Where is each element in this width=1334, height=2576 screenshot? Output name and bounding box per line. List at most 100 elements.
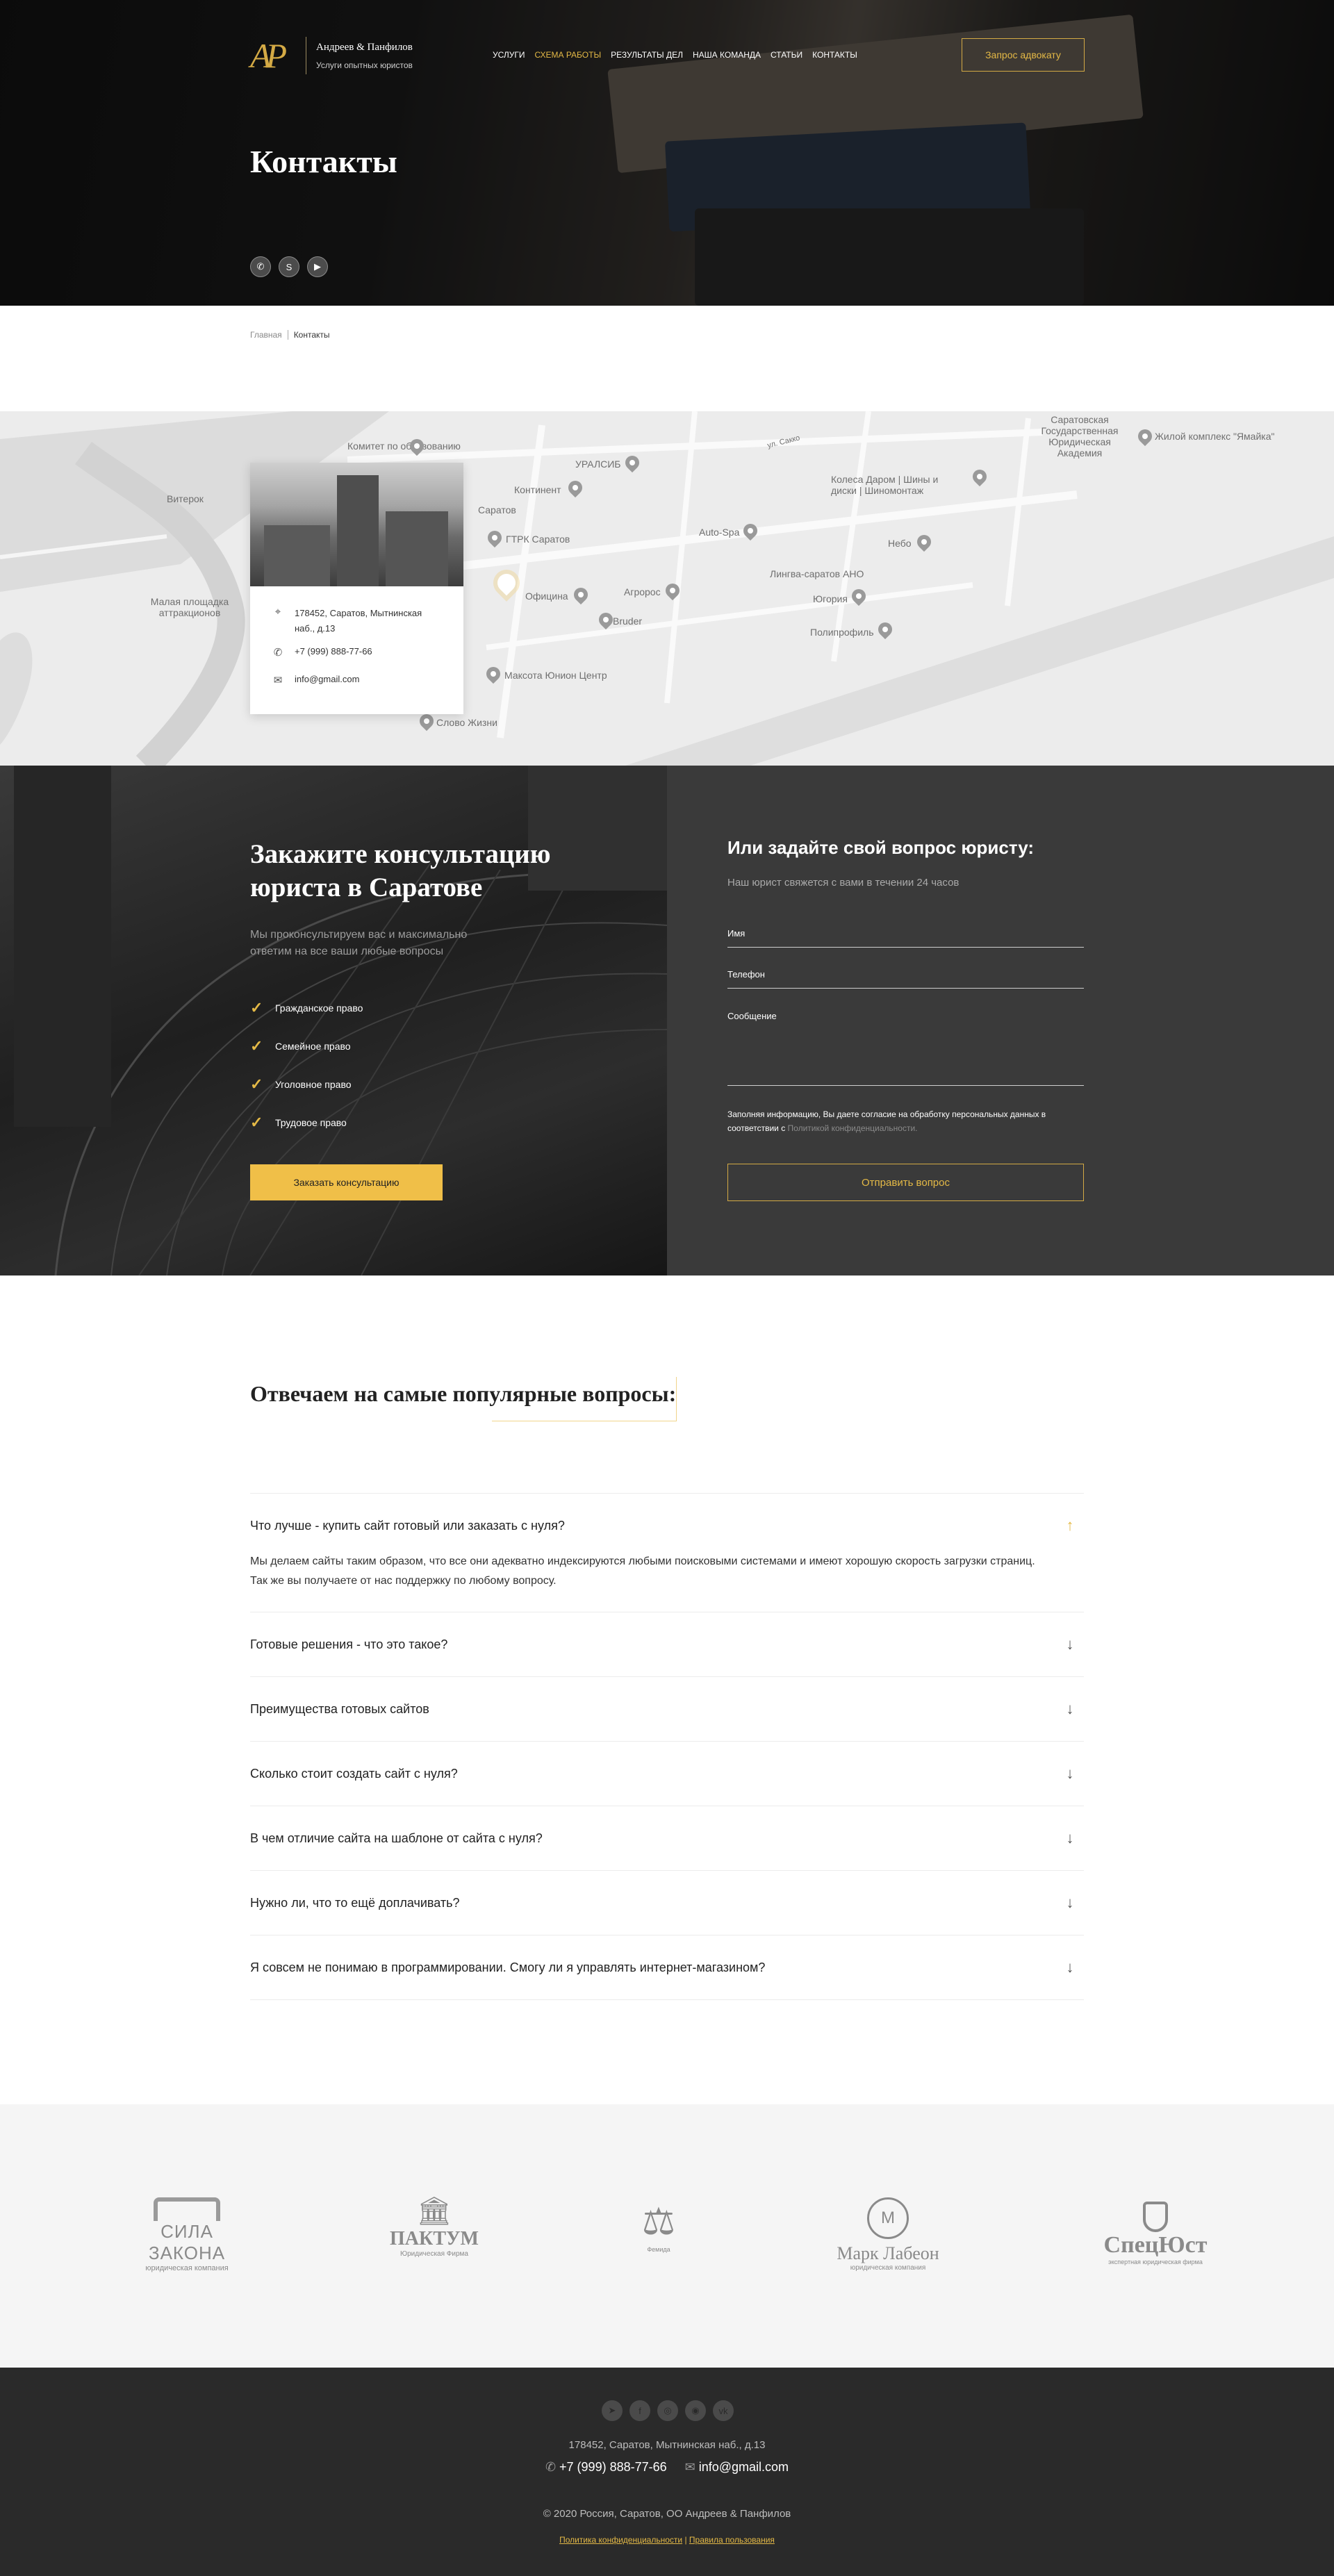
partner-logo-speczyust[interactable]: СпецЮст экспертная юридическая фирма bbox=[1091, 2202, 1220, 2265]
partner-name: СИЛА ЗАКОНА bbox=[122, 2221, 252, 2264]
skype-icon[interactable]: S bbox=[279, 256, 299, 277]
practice-area-label: Трудовое право bbox=[275, 1116, 347, 1128]
faq-question[interactable]: Нужно ли, что то ещё доплачивать? ↓ bbox=[250, 1871, 1084, 1935]
arrow-down-icon[interactable]: ↓ bbox=[1056, 1958, 1084, 1976]
map-label: Агророс bbox=[624, 586, 661, 597]
consultation-title: Закажите консультацию юриста в Саратове bbox=[250, 839, 551, 902]
privacy-link[interactable]: Политика конфиденциальности bbox=[559, 2535, 682, 2545]
list-item: ✓ Уголовное право bbox=[250, 1065, 363, 1103]
partner-logo-mark-labeon[interactable]: M Марк Лабеон юридическая компания bbox=[832, 2197, 944, 2272]
arrow-down-icon[interactable]: ↓ bbox=[1056, 1829, 1084, 1847]
faq-item[interactable]: Нужно ли, что то ещё доплачивать? ↓ bbox=[250, 1871, 1084, 1935]
map-label: Полипрофиль bbox=[810, 627, 874, 638]
faq-item[interactable]: Я совсем не понимаю в программировании. … bbox=[250, 1935, 1084, 2000]
message-field[interactable]: Сообщение bbox=[727, 1011, 1084, 1086]
check-icon: ✓ bbox=[250, 1113, 263, 1131]
order-consultation-button[interactable]: Заказать консультацию bbox=[250, 1164, 443, 1200]
main-nav: Услуги Схема работы Результаты дел Наша … bbox=[493, 50, 857, 60]
breadcrumb-current: Контакты bbox=[293, 330, 330, 340]
partner-sub: юридическая компания bbox=[850, 2264, 926, 2272]
faq-question-text: Сколько стоит создать сайт с нуля? bbox=[250, 1766, 458, 1781]
nav-item-contacts[interactable]: Контакты bbox=[812, 50, 857, 60]
arrow-up-icon[interactable]: ↑ bbox=[1056, 1517, 1084, 1535]
logo-mark: AP bbox=[250, 36, 287, 75]
telegram-icon[interactable]: ➤ bbox=[602, 2400, 623, 2421]
footer-phone: +7 (999) 888-77-66 bbox=[559, 2460, 667, 2474]
phone-icon: ✆ bbox=[273, 647, 283, 659]
breadcrumb-home[interactable]: Главная bbox=[250, 330, 282, 340]
faq-item[interactable]: Готовые решения - что это такое? ↓ bbox=[250, 1612, 1084, 1677]
faq-question-text: Я совсем не понимаю в программировании. … bbox=[250, 1960, 766, 1974]
faq-question[interactable]: Преимущества готовых сайтов ↓ bbox=[250, 1677, 1084, 1741]
phone-icon: ✆ bbox=[545, 2460, 560, 2474]
partner-logo-paktum[interactable]: 🏛 ПАКТУМ Юридическая Фирма bbox=[389, 2195, 479, 2258]
arrow-down-icon[interactable]: ↓ bbox=[1056, 1635, 1084, 1653]
partners-section: СИЛА ЗАКОНА юридическая компания 🏛 ПАКТУ… bbox=[0, 2104, 1334, 2368]
check-icon: ✓ bbox=[250, 998, 263, 1016]
privacy-policy-link[interactable]: Политикой конфиденциальности. bbox=[788, 1123, 918, 1133]
map-label: Auto-Spa bbox=[699, 527, 740, 538]
partner-name: Фемида bbox=[647, 2246, 670, 2253]
map-label: Колеса Даром | Шины и диски | Шиномонтаж bbox=[831, 474, 939, 496]
partner-sub: Юридическая Фирма bbox=[400, 2250, 468, 2258]
consultation-subtitle: Мы проконсультируем вас и максимально от… bbox=[250, 929, 468, 957]
faq-item[interactable]: Сколько стоит создать сайт с нуля? ↓ bbox=[250, 1742, 1084, 1806]
nav-item-services[interactable]: Услуги bbox=[493, 50, 525, 60]
name-field[interactable]: Имя bbox=[727, 928, 1084, 948]
youtube-icon[interactable]: ▶ bbox=[307, 256, 328, 277]
whatsapp-icon[interactable]: ✆ bbox=[250, 256, 271, 277]
map-label: УРАЛСИБ bbox=[575, 459, 621, 470]
footer-email-wrap[interactable]: ✉ info@gmail.com bbox=[685, 2460, 789, 2475]
arrow-down-icon[interactable]: ↓ bbox=[1056, 1765, 1084, 1783]
footer-link-separator: | bbox=[684, 2535, 687, 2545]
partner-logo-femida[interactable]: ⚖ Фемида bbox=[625, 2197, 692, 2253]
card-phone[interactable]: +7 (999) 888-77-66 bbox=[295, 646, 372, 657]
list-item: ✓ Гражданское право bbox=[250, 989, 363, 1027]
map-label: Максота Юнион Центр bbox=[504, 670, 607, 681]
practice-area-label: Уголовное право bbox=[275, 1078, 352, 1090]
check-icon: ✓ bbox=[250, 1075, 263, 1093]
card-phone-row: ✆ +7 (999) 888-77-66 bbox=[250, 646, 463, 659]
faq-question-text: Готовые решения - что это такое? bbox=[250, 1637, 448, 1651]
map-label: Саратовская Государственная Юридическая … bbox=[1041, 414, 1119, 459]
faq-question[interactable]: В чем отличие сайта на шаблоне от сайта … bbox=[250, 1806, 1084, 1870]
map-label: Югория bbox=[813, 593, 848, 604]
instagram-icon[interactable]: ◎ bbox=[657, 2400, 678, 2421]
brand-tagline: Услуги опытных юристов bbox=[316, 60, 413, 70]
terms-link[interactable]: Правила пользования bbox=[689, 2535, 775, 2545]
faq-question-text: Что лучше - купить сайт готовый или зака… bbox=[250, 1518, 565, 1533]
practice-area-label: Гражданское право bbox=[275, 1002, 363, 1014]
faq-item[interactable]: В чем отличие сайта на шаблоне от сайта … bbox=[250, 1806, 1084, 1871]
faq-question[interactable]: Я совсем не понимаю в программировании. … bbox=[250, 1935, 1084, 1999]
send-question-button[interactable]: Отправить вопрос bbox=[727, 1164, 1084, 1201]
check-icon: ✓ bbox=[250, 1037, 263, 1055]
logo[interactable]: AP Андреев & Панфилов Услуги опытных юри… bbox=[250, 36, 413, 75]
map-label: Официна bbox=[525, 591, 568, 602]
faq-question-text: В чем отличие сайта на шаблоне от сайта … bbox=[250, 1831, 543, 1845]
arrow-down-icon[interactable]: ↓ bbox=[1056, 1894, 1084, 1912]
faq-item[interactable]: Преимущества готовых сайтов ↓ bbox=[250, 1677, 1084, 1742]
nav-item-workflow[interactable]: Схема работы bbox=[535, 50, 602, 60]
facebook-icon[interactable]: f bbox=[629, 2400, 650, 2421]
card-email[interactable]: info@gmail.com bbox=[295, 674, 359, 684]
faq-item[interactable]: Что лучше - купить сайт готовый или зака… bbox=[250, 1494, 1084, 1612]
footer-phone-wrap[interactable]: ✆ +7 (999) 888-77-66 bbox=[545, 2460, 667, 2475]
map[interactable]: Комитет по образованию УРАЛСИБ ул. Сакко… bbox=[0, 411, 1334, 766]
faq-question[interactable]: Сколько стоит создать сайт с нуля? ↓ bbox=[250, 1742, 1084, 1806]
faq-question[interactable]: Готовые решения - что это такое? ↓ bbox=[250, 1612, 1084, 1676]
arrow-down-icon[interactable]: ↓ bbox=[1056, 1700, 1084, 1718]
phone-field[interactable]: Телефон bbox=[727, 969, 1084, 989]
vk-icon[interactable]: vk bbox=[713, 2400, 734, 2421]
practice-areas-list: ✓ Гражданское право ✓ Семейное право ✓ У… bbox=[250, 989, 363, 1141]
map-label: Лингва-саратов АНО bbox=[770, 568, 864, 579]
copyright: © 2020 Россия, Саратов, ОО Андреев & Пан… bbox=[543, 2508, 791, 2520]
nav-item-articles[interactable]: Статьи bbox=[771, 50, 802, 60]
nav-item-results[interactable]: Результаты дел bbox=[611, 50, 683, 60]
lawyer-request-button[interactable]: Запрос адвокату bbox=[962, 38, 1085, 72]
name-field-label: Имя bbox=[727, 928, 746, 939]
instagram-icon[interactable]: ◉ bbox=[685, 2400, 706, 2421]
faq-question[interactable]: Что лучше - купить сайт готовый или зака… bbox=[250, 1494, 1084, 1558]
partner-logo-sila-zakona[interactable]: СИЛА ЗАКОНА юридическая компания bbox=[122, 2197, 252, 2272]
question-form-subtitle: Наш юрист свяжется с вами в течении 24 ч… bbox=[727, 877, 960, 889]
nav-item-team[interactable]: Наша команда bbox=[693, 50, 761, 60]
